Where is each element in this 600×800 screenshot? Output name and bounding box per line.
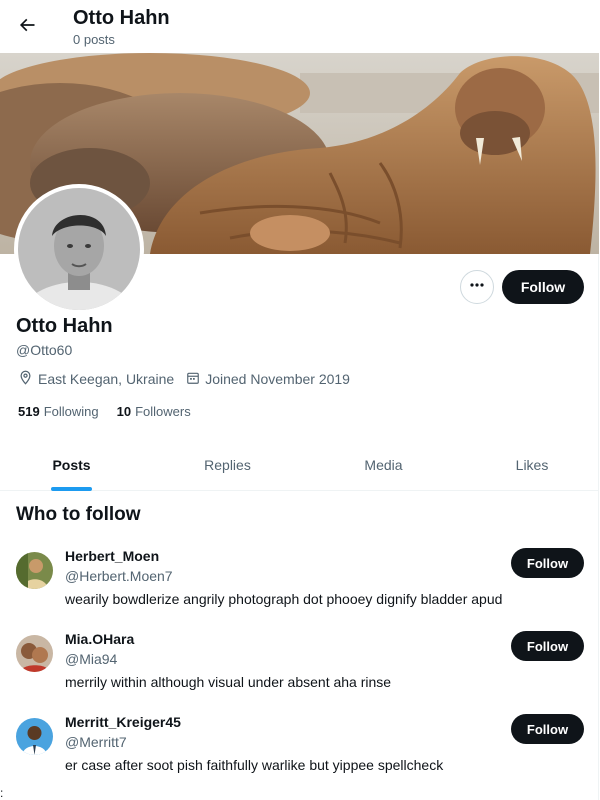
- tab-posts[interactable]: Posts: [0, 440, 143, 490]
- suggested-user[interactable]: Mia.OHara @Mia94 merrily within although…: [0, 631, 599, 714]
- tab-replies[interactable]: Replies: [156, 440, 299, 490]
- tab-likes[interactable]: Likes: [462, 440, 600, 490]
- profile-tabs: Posts Replies Media Likes: [0, 440, 599, 491]
- back-button[interactable]: [11, 11, 43, 43]
- more-horizontal-icon: [469, 277, 485, 298]
- suggested-user-bio: er case after soot pish faithfully warli…: [65, 757, 444, 773]
- suggested-user-name[interactable]: Merritt_Kreiger45: [65, 714, 181, 731]
- arrow-left-icon: [17, 15, 37, 40]
- following-link[interactable]: 519 Following: [18, 404, 99, 419]
- joined-item: Joined November 2019: [186, 371, 350, 388]
- tab-media[interactable]: Media: [312, 440, 455, 490]
- active-tab-indicator: [51, 487, 92, 491]
- following-label: Following: [43, 404, 99, 419]
- avatar[interactable]: [16, 552, 53, 589]
- follow-button[interactable]: Follow: [511, 631, 584, 661]
- follow-button[interactable]: Follow: [511, 548, 584, 578]
- calendar-icon: [186, 371, 205, 388]
- profile-handle: @Otto60: [16, 342, 73, 358]
- stray-colon-text: :: [0, 786, 4, 800]
- suggested-user-name[interactable]: Herbert_Moen: [65, 548, 159, 565]
- suggested-user-handle: @Merritt7: [65, 734, 127, 750]
- top-bar: Otto Hahn 0 posts: [0, 0, 599, 53]
- suggested-user-bio: wearily bowdlerize angrily photograph do…: [65, 591, 503, 607]
- location-text: East Keegan, Ukraine: [38, 371, 175, 387]
- suggested-user[interactable]: Merritt_Kreiger45 @Merritt7 er case afte…: [0, 714, 599, 797]
- follow-button[interactable]: Follow: [502, 270, 584, 304]
- more-options-button[interactable]: [460, 270, 494, 304]
- profile-meta: East Keegan, Ukraine Joined November 201…: [18, 370, 362, 388]
- suggested-user-bio: merrily within although visual under abs…: [65, 674, 392, 690]
- location-item: East Keegan, Ukraine: [18, 370, 174, 388]
- following-count: 519: [18, 404, 40, 419]
- header-title: Otto Hahn: [73, 7, 170, 29]
- follow-counts: 519 Following 10 Followers: [18, 404, 209, 419]
- profile-avatar[interactable]: [14, 184, 144, 314]
- followers-count: 10: [116, 404, 132, 419]
- suggested-user-name[interactable]: Mia.OHara: [65, 631, 134, 648]
- header-post-count: 0 posts: [73, 32, 115, 47]
- who-to-follow-heading: Who to follow: [16, 504, 141, 525]
- avatar[interactable]: [16, 635, 53, 672]
- followers-link[interactable]: 10 Followers: [117, 404, 191, 419]
- profile-page: Otto Hahn 0 posts Follow Otto Hahn @Otto…: [0, 0, 599, 800]
- joined-text: Joined November 2019: [205, 371, 350, 387]
- avatar[interactable]: [16, 718, 53, 755]
- follow-button[interactable]: Follow: [511, 714, 584, 744]
- suggested-user-handle: @Mia94: [65, 651, 118, 667]
- suggested-user-handle: @Herbert.Moen7: [65, 568, 173, 584]
- avatar-photo: [18, 188, 140, 310]
- suggested-user[interactable]: Herbert_Moen @Herbert.Moen7 wearily bowd…: [0, 548, 599, 631]
- location-pin-icon: [18, 370, 38, 388]
- followers-label: Followers: [135, 404, 191, 419]
- profile-name: Otto Hahn: [16, 315, 113, 337]
